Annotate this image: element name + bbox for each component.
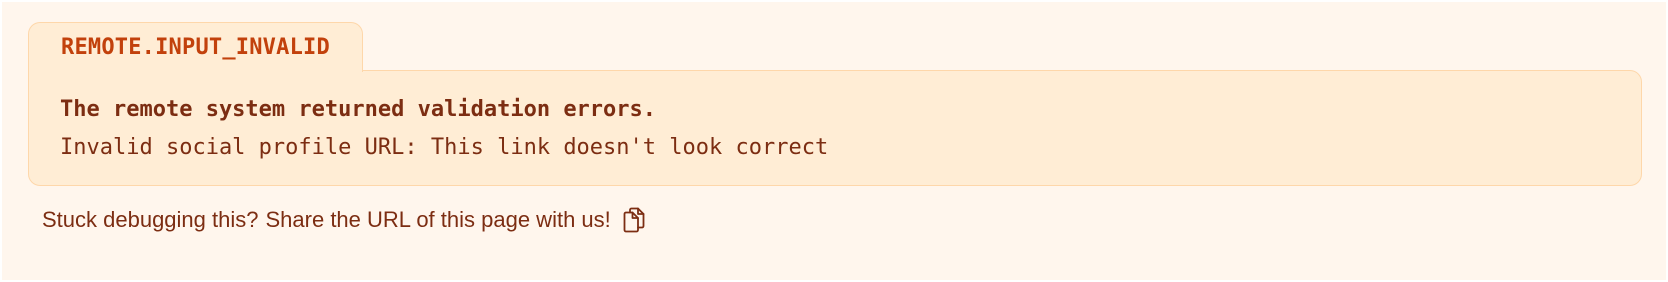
debug-prompt-text: Stuck debugging this?	[42, 207, 259, 232]
copy-icon	[623, 207, 645, 233]
share-url-text: Share the URL of this page with us!	[265, 207, 611, 232]
error-page: REMOTE.INPUT_INVALID The remote system r…	[2, 2, 1666, 280]
error-detail: Invalid social profile URL: This link do…	[60, 135, 829, 160]
debug-help-footer: Stuck debugging this? Share the URL of t…	[42, 207, 647, 233]
error-title: The remote system returned validation er…	[60, 97, 657, 122]
error-code: REMOTE.INPUT_INVALID	[61, 35, 330, 60]
copy-url-button[interactable]	[621, 207, 647, 233]
error-message-box: The remote system returned validation er…	[28, 70, 1642, 186]
error-code-tab: REMOTE.INPUT_INVALID	[28, 22, 363, 72]
